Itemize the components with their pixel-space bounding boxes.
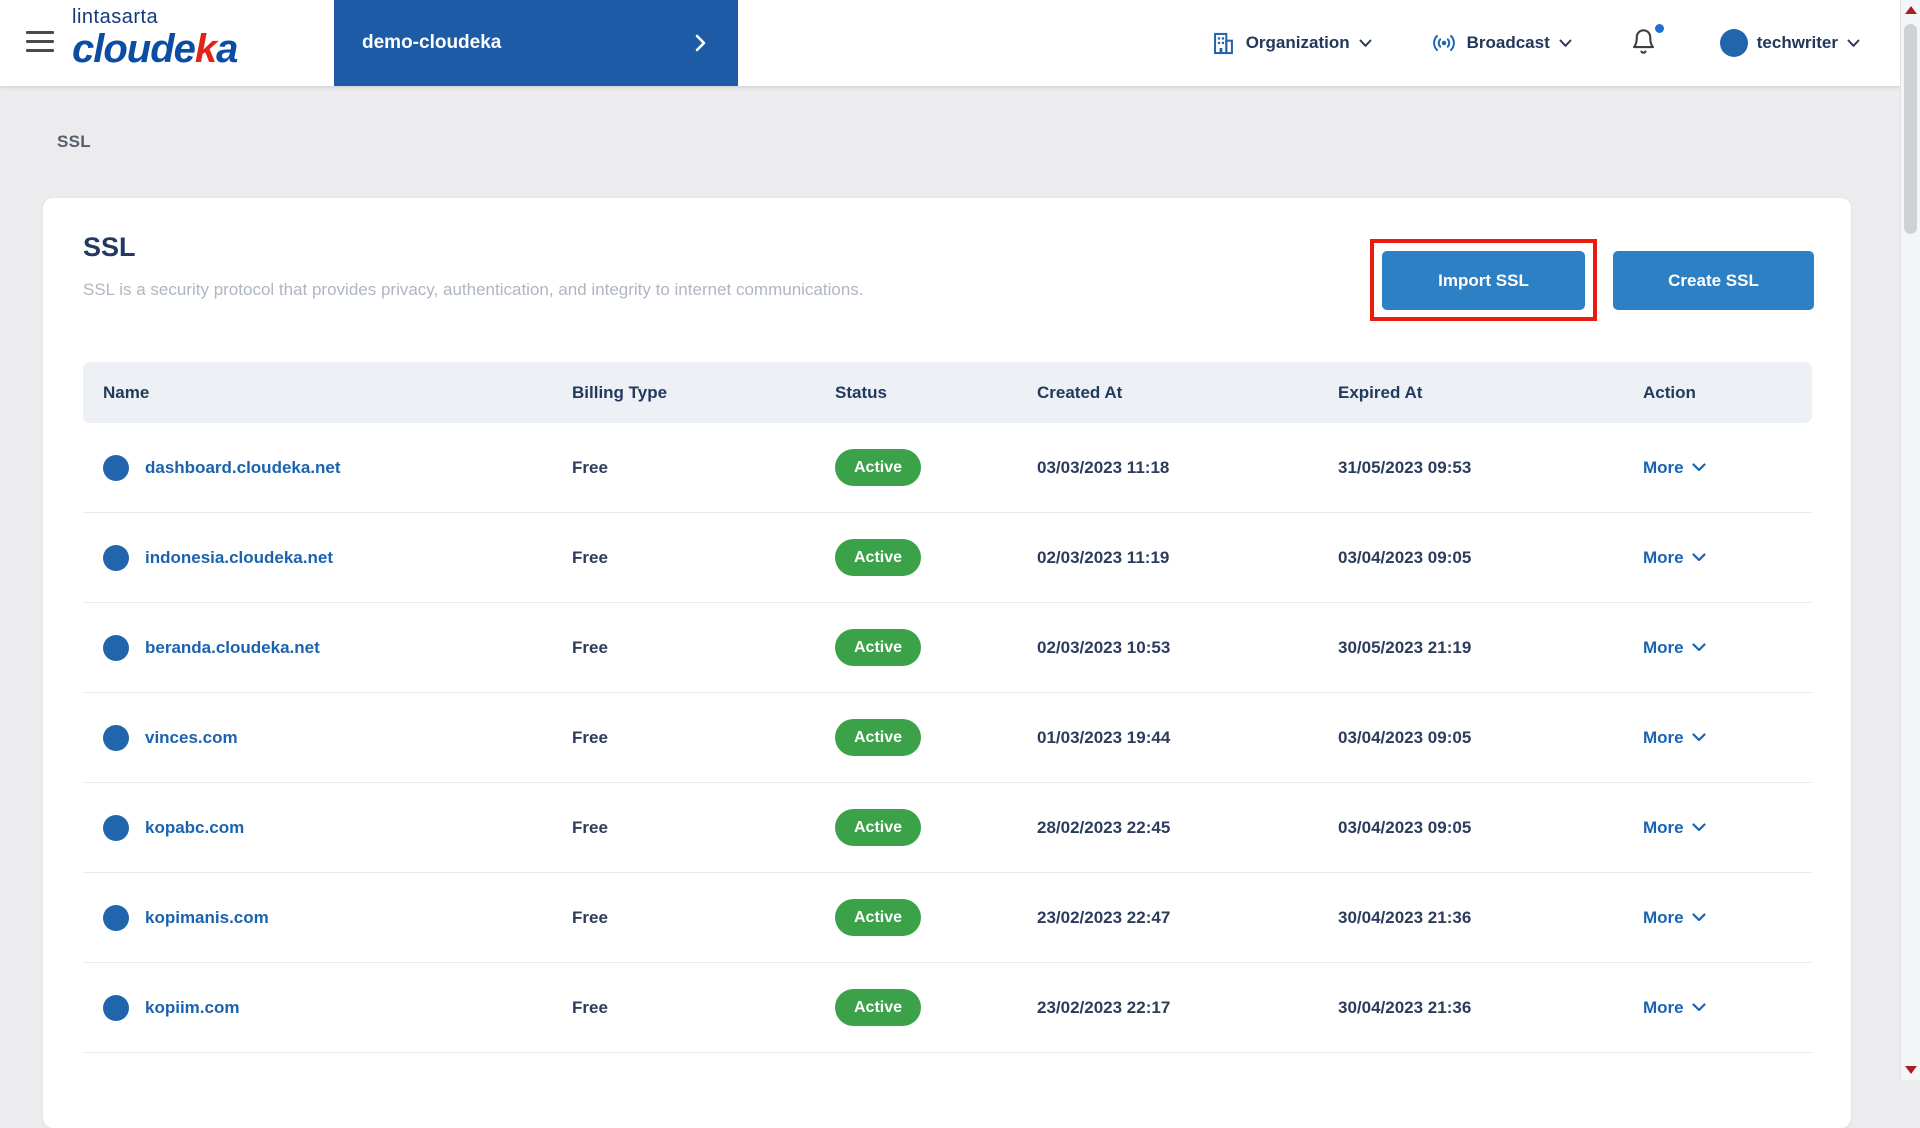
domain-icon [103,455,129,481]
broadcast-menu[interactable]: Broadcast [1430,29,1572,57]
ssl-name-link[interactable]: kopabc.com [145,818,244,838]
column-header-name: Name [103,383,572,403]
organization-label: Organization [1246,33,1350,53]
table-row: indonesia.cloudeka.net Free Active 02/03… [83,513,1812,603]
created-at-value: 23/02/2023 22:17 [1037,998,1338,1018]
table-row: dashboard.cloudeka.net Free Active 03/03… [83,423,1812,513]
organization-icon [1210,30,1237,57]
status-badge: Active [835,539,921,576]
project-selector[interactable]: demo-cloudeka [334,0,738,86]
domain-icon [103,635,129,661]
status-badge: Active [835,899,921,936]
more-button[interactable]: More [1643,818,1813,838]
expired-at-value: 31/05/2023 09:53 [1338,458,1643,478]
broadcast-label: Broadcast [1467,33,1550,53]
billing-type-value: Free [572,728,835,748]
import-ssl-button[interactable]: Import SSL [1382,251,1585,310]
topbar: lintasarta cloudeka demo-cloudeka [0,0,1900,86]
main-content: SSL SSL SSL is a security protocol that … [0,86,1900,1080]
table-header: Name Billing Type Status Created At Expi… [83,362,1812,423]
domain-icon [103,815,129,841]
domain-icon [103,725,129,751]
created-at-value: 02/03/2023 10:53 [1037,638,1338,658]
organization-menu[interactable]: Organization [1210,30,1372,57]
chevron-right-icon [695,34,706,52]
project-name: demo-cloudeka [362,32,501,54]
created-at-value: 02/03/2023 11:19 [1037,548,1338,568]
avatar [1720,29,1748,57]
notification-dot [1655,24,1664,33]
scrollbar-up-arrow[interactable] [1905,6,1917,14]
more-button[interactable]: More [1643,458,1813,478]
create-ssl-button[interactable]: Create SSL [1613,251,1814,310]
status-badge: Active [835,809,921,846]
more-button[interactable]: More [1643,638,1813,658]
expired-at-value: 03/04/2023 09:05 [1338,818,1643,838]
scrollbar-down-arrow[interactable] [1905,1066,1917,1074]
created-at-value: 03/03/2023 11:18 [1037,458,1338,478]
created-at-value: 23/02/2023 22:47 [1037,908,1338,928]
scrollbar-thumb[interactable] [1904,24,1917,234]
ssl-name-link[interactable]: dashboard.cloudeka.net [145,458,341,478]
domain-icon [103,545,129,571]
ssl-card: SSL SSL is a security protocol that prov… [43,198,1851,1128]
billing-type-value: Free [572,818,835,838]
more-button[interactable]: More [1643,548,1813,568]
column-header-action: Action [1643,383,1813,403]
broadcast-icon [1430,29,1458,57]
expired-at-value: 03/04/2023 09:05 [1338,728,1643,748]
cloudeka-wordmark: cloudeka [72,29,237,69]
brand-logo: lintasarta cloudeka [72,7,237,69]
more-button[interactable]: More [1643,908,1813,928]
ssl-name-link[interactable]: indonesia.cloudeka.net [145,548,333,568]
domain-icon [103,995,129,1021]
expired-at-value: 30/05/2023 21:19 [1338,638,1643,658]
topbar-right: Organization Broadcast [1210,0,1860,86]
notifications-button[interactable] [1630,27,1662,59]
table-body: dashboard.cloudeka.net Free Active 03/03… [83,423,1812,1053]
chevron-down-icon [1847,39,1860,48]
created-at-value: 28/02/2023 22:45 [1037,818,1338,838]
status-badge: Active [835,989,921,1026]
brand-line: lintasarta [72,7,237,27]
created-at-value: 01/03/2023 19:44 [1037,728,1338,748]
domain-icon [103,905,129,931]
chevron-down-icon [1559,39,1572,48]
billing-type-value: Free [572,638,835,658]
column-header-created-at: Created At [1037,383,1338,403]
hamburger-menu-icon[interactable] [26,31,54,58]
vertical-scrollbar[interactable] [1900,0,1920,1080]
table-row: kopabc.com Free Active 28/02/2023 22:45 … [83,783,1812,873]
table-row: beranda.cloudeka.net Free Active 02/03/2… [83,603,1812,693]
status-badge: Active [835,719,921,756]
table-row: kopimanis.com Free Active 23/02/2023 22:… [83,873,1812,963]
ssl-name-link[interactable]: beranda.cloudeka.net [145,638,320,658]
ssl-name-link[interactable]: kopimanis.com [145,908,269,928]
ssl-name-link[interactable]: vinces.com [145,728,238,748]
more-button[interactable]: More [1643,728,1813,748]
ssl-table: Name Billing Type Status Created At Expi… [83,362,1812,1053]
expired-at-value: 30/04/2023 21:36 [1338,908,1643,928]
column-header-billing-type: Billing Type [572,383,835,403]
billing-type-value: Free [572,548,835,568]
table-row: kopiim.com Free Active 23/02/2023 22:17 … [83,963,1812,1053]
user-menu[interactable]: techwriter [1720,29,1860,57]
expired-at-value: 03/04/2023 09:05 [1338,548,1643,568]
billing-type-value: Free [572,908,835,928]
breadcrumb: SSL [57,132,91,152]
billing-type-value: Free [572,458,835,478]
ssl-name-link[interactable]: kopiim.com [145,998,239,1018]
status-badge: Active [835,629,921,666]
table-row: vinces.com Free Active 01/03/2023 19:44 … [83,693,1812,783]
more-button[interactable]: More [1643,998,1813,1018]
status-badge: Active [835,449,921,486]
user-name: techwriter [1757,33,1838,53]
column-header-expired-at: Expired At [1338,383,1643,403]
chevron-down-icon [1359,39,1372,48]
billing-type-value: Free [572,998,835,1018]
expired-at-value: 30/04/2023 21:36 [1338,998,1643,1018]
column-header-status: Status [835,383,1037,403]
